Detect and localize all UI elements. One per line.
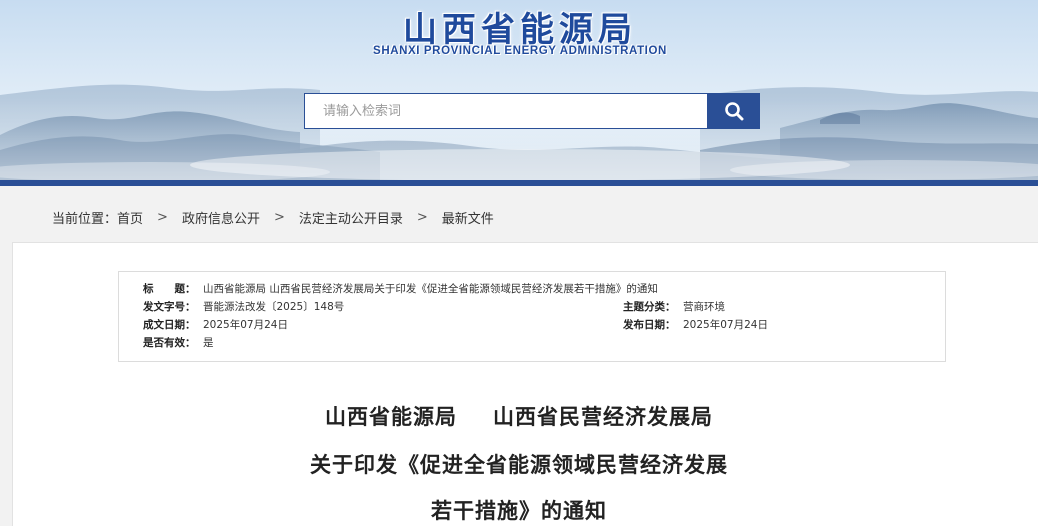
meta-published-label: 发布日期：: [623, 319, 676, 331]
breadcrumb-label: 当前位置：: [52, 211, 118, 227]
meta-row-valid: 是否有效： 是: [119, 335, 945, 351]
site-logo-english[interactable]: SHANXI PROVINCIAL ENERGY ADMINISTRATION: [360, 45, 680, 57]
meta-valid-value: 是: [203, 337, 214, 349]
meta-row-docno: 发文字号： 晋能源法改发〔2025〕148号 主题分类： 营商环境: [119, 299, 945, 315]
issuer-private-economy-bureau: 山西省民营经济发展局: [493, 404, 713, 429]
breadcrumb-latest-files-link[interactable]: 最新文件: [442, 208, 494, 227]
meta-published-value: 2025年07月24日: [683, 319, 768, 331]
breadcrumb-separator: >: [157, 209, 168, 225]
meta-row-title: 标 题： 山西省能源局 山西省民营经济发展局关于印发《促进全省能源领域民营经济发…: [119, 281, 945, 297]
search-input[interactable]: [304, 93, 708, 129]
breadcrumb-catalog-link[interactable]: 法定主动公开目录: [299, 208, 403, 227]
breadcrumb-home-link[interactable]: 首页: [117, 208, 143, 227]
meta-docno-label: 发文字号：: [143, 301, 196, 313]
issuer-energy-admin: 山西省能源局: [325, 404, 457, 429]
article-title-line3: 若干措施》的通知: [431, 498, 607, 523]
search-icon: [724, 102, 743, 121]
meta-category-label: 主题分类：: [623, 301, 676, 313]
breadcrumb: 当前位置： 首页 > 政府信息公开 > 法定主动公开目录 > 最新文件: [52, 207, 494, 227]
banner-bottom-bar: [0, 180, 1038, 186]
meta-title-label: 标 题：: [143, 283, 196, 295]
meta-title-value: 山西省能源局 山西省民营经济发展局关于印发《促进全省能源领域民营经济发展若干措施…: [203, 283, 658, 295]
meta-row-dates: 成文日期： 2025年07月24日 发布日期： 2025年07月24日: [119, 317, 945, 333]
site-logo-chinese[interactable]: 山西省能源局: [360, 2, 680, 51]
search-button[interactable]: [707, 93, 760, 129]
document-meta-table: 标 题： 山西省能源局 山西省民营经济发展局关于印发《促进全省能源领域民营经济发…: [118, 271, 946, 362]
breadcrumb-separator: >: [416, 209, 428, 225]
meta-created-value: 2025年07月24日: [203, 319, 288, 331]
article-title-line2: 关于印发《促进全省能源领域民营经济发展: [310, 452, 728, 477]
breadcrumb-gov-info-link[interactable]: 政府信息公开: [182, 208, 260, 227]
meta-docno-value: 晋能源法改发〔2025〕148号: [203, 301, 345, 313]
meta-category-value: 营商环境: [683, 301, 725, 313]
breadcrumb-separator: >: [273, 209, 285, 225]
meta-created-label: 成文日期：: [143, 319, 196, 331]
article-title-line1: 山西省能源局 山西省民营经济发展局: [0, 401, 1038, 431]
meta-valid-label: 是否有效：: [143, 337, 196, 349]
